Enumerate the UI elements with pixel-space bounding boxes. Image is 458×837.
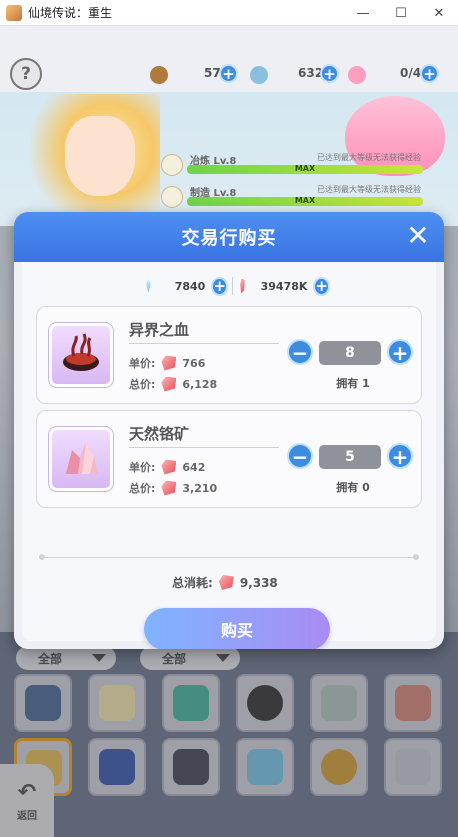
- ore-item-icon: [49, 427, 113, 491]
- dialog-title: 交易行购买: [181, 228, 277, 249]
- diamond-icon: [146, 279, 151, 293]
- unit-price-label: 单价:: [129, 357, 156, 370]
- resource-3-plus-button[interactable]: +: [420, 64, 439, 83]
- quantity-stepper: − 8 +: [287, 339, 415, 367]
- buy-button[interactable]: 购买: [144, 608, 330, 649]
- total-price-value: 6,128: [182, 377, 218, 391]
- ruby-icon: [161, 480, 177, 496]
- unit-price-value: 766: [182, 356, 206, 370]
- total-price-row: 总价: 6,128: [129, 376, 217, 392]
- window-titlebar: 仙境传说：重生 — ☐ ✕: [0, 0, 458, 26]
- dialog-header: 交易行购买 ✕: [14, 212, 444, 262]
- ruby-icon: [161, 355, 177, 371]
- item-name: 天然铬矿: [129, 425, 190, 443]
- diamond-balance: 7840: [174, 279, 206, 293]
- add-ruby-button[interactable]: +: [313, 276, 330, 296]
- divider: [129, 343, 279, 344]
- wallet-bar: 7840 + 39478K +: [134, 275, 330, 297]
- quantity-stepper: − 5 +: [287, 443, 415, 471]
- unit-price-label: 单价:: [129, 461, 156, 474]
- hero-face: [65, 116, 135, 196]
- quantity-field[interactable]: 8: [319, 341, 381, 365]
- skill-note: 已达到最大等级无法获得经验: [317, 185, 421, 194]
- hammer-icon: [161, 154, 183, 176]
- app-icon: [6, 4, 22, 21]
- window-title: 仙境传说：重生: [28, 6, 113, 20]
- close-dialog-button[interactable]: ✕: [404, 222, 432, 251]
- ruby-icon: [161, 376, 177, 392]
- orb-icon: [250, 66, 268, 84]
- total-cost-row: 总消耗: 9,338: [172, 574, 278, 591]
- unit-price-value: 642: [182, 460, 206, 474]
- wrench-icon: [161, 186, 183, 208]
- divider: [129, 447, 279, 448]
- blood-item-icon: [49, 323, 113, 387]
- total-price-value: 3,210: [182, 481, 218, 495]
- skill-crafting: 制造 Lv.8 已达到最大等级无法获得经验 MAX: [155, 184, 423, 214]
- maximize-button[interactable]: ☐: [382, 0, 420, 26]
- decrease-quantity-button[interactable]: −: [287, 443, 313, 469]
- total-cost-label: 总消耗:: [172, 576, 213, 590]
- add-diamond-button[interactable]: +: [211, 276, 228, 296]
- total-cost-value: 9,338: [239, 575, 278, 590]
- increase-quantity-button[interactable]: +: [387, 443, 413, 469]
- unit-price-row: 单价: 642: [129, 459, 205, 475]
- close-window-button[interactable]: ✕: [420, 0, 458, 26]
- ruby-balance: 39478K: [260, 279, 308, 293]
- dialog-body: 7840 + 39478K + 异界之血 单价: 766 总价: 6,128 −…: [22, 262, 436, 649]
- resource-1-plus-button[interactable]: +: [219, 64, 238, 83]
- skill-bar: MAX: [187, 196, 423, 206]
- skill-note: 已达到最大等级无法获得经验: [317, 153, 421, 162]
- poring-icon: [348, 66, 366, 84]
- resource-2-plus-button[interactable]: +: [320, 64, 339, 83]
- total-price-label: 总价:: [129, 378, 156, 391]
- purchase-item-card: 异界之血 单价: 766 总价: 6,128 − 8 + 拥有 1: [36, 306, 422, 404]
- owned-count: 拥有 1: [336, 377, 370, 390]
- ruby-icon: [218, 575, 234, 590]
- ruby-icon: [161, 459, 177, 475]
- divider: [39, 554, 419, 560]
- quantity-field[interactable]: 5: [319, 445, 381, 469]
- skill-bar: MAX: [187, 164, 423, 174]
- total-price-label: 总价:: [129, 482, 156, 495]
- unit-price-row: 单价: 766: [129, 355, 205, 371]
- purchase-item-card: 天然铬矿 单价: 642 总价: 3,210 − 5 + 拥有 0: [36, 410, 422, 508]
- decrease-quantity-button[interactable]: −: [287, 339, 313, 365]
- help-button[interactable]: ?: [10, 58, 42, 90]
- bag-icon: [150, 66, 168, 84]
- trade-purchase-dialog: 交易行购买 ✕ 7840 + 39478K + 异界之血 单价: 766 总价:…: [14, 212, 444, 649]
- ruby-icon: [240, 278, 245, 294]
- minimize-button[interactable]: —: [344, 0, 382, 26]
- game-area: ? 57 + 632 + 0/4 + 冶炼 Lv.8 已达到最大等级无法获得经验…: [0, 26, 458, 837]
- skill-smelting: 冶炼 Lv.8 已达到最大等级无法获得经验 MAX: [155, 152, 423, 182]
- skill-bar-text: MAX: [294, 196, 316, 205]
- total-price-row: 总价: 3,210: [129, 480, 217, 496]
- increase-quantity-button[interactable]: +: [387, 339, 413, 365]
- item-name: 异界之血: [129, 321, 190, 339]
- skill-bar-text: MAX: [294, 164, 316, 173]
- resource-3-value: 0/4: [400, 66, 422, 80]
- owned-count: 拥有 0: [336, 481, 370, 494]
